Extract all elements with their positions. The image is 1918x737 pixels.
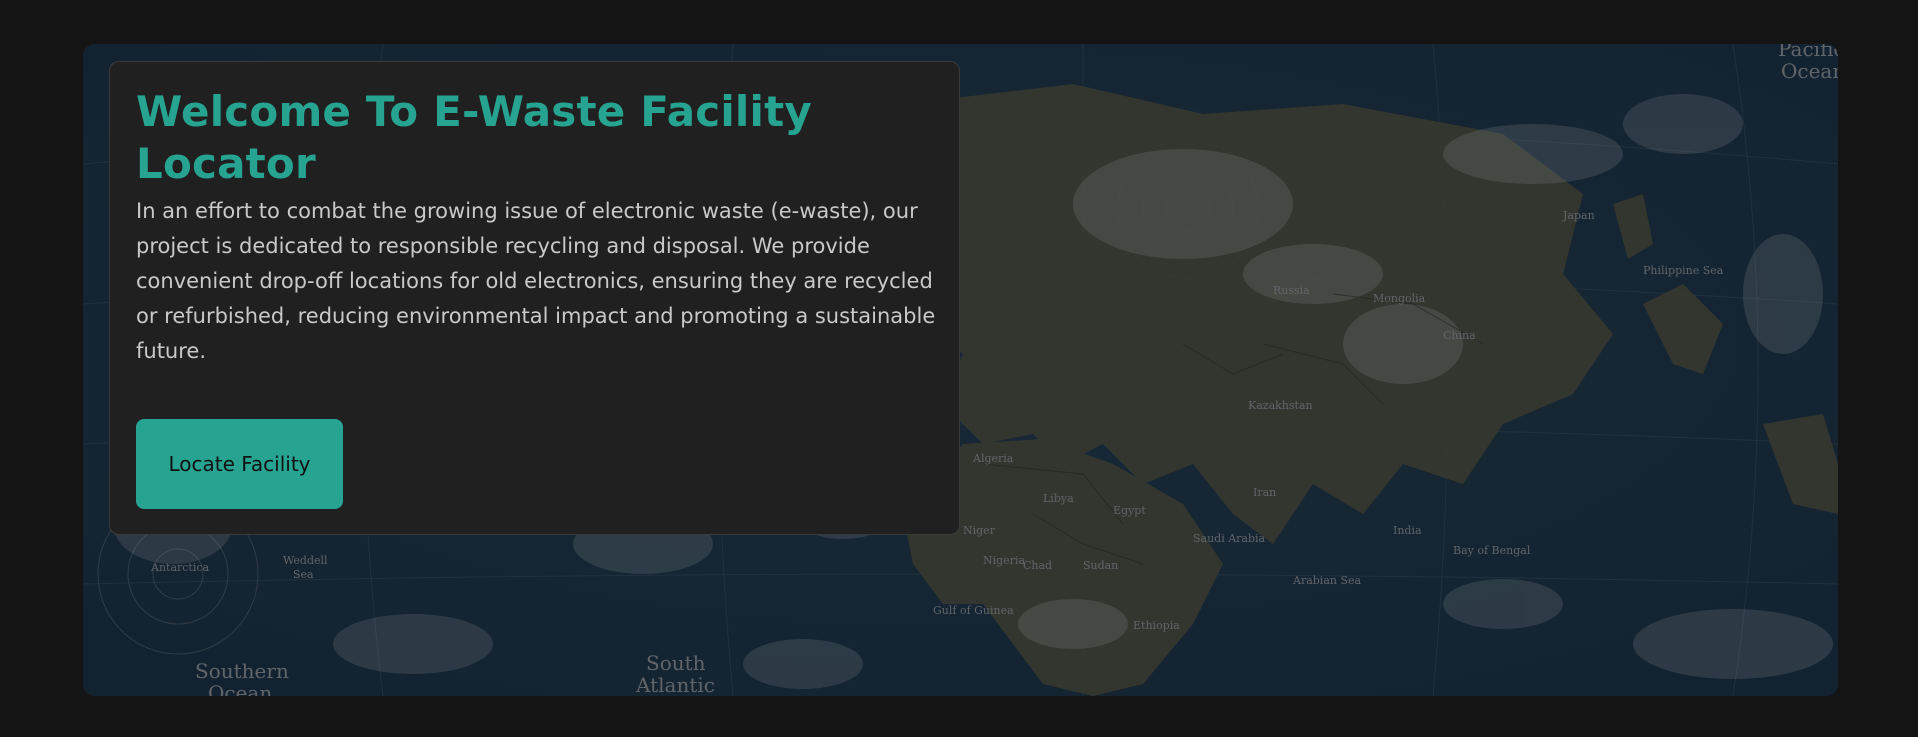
locate-facility-button[interactable]: Locate Facility bbox=[136, 419, 343, 509]
page-title: Welcome To E-Waste Facility Locator bbox=[136, 87, 812, 188]
welcome-card: Welcome To E-Waste Facility Locator In a… bbox=[109, 61, 960, 535]
project-description: In an effort to combat the growing issue… bbox=[136, 199, 936, 363]
